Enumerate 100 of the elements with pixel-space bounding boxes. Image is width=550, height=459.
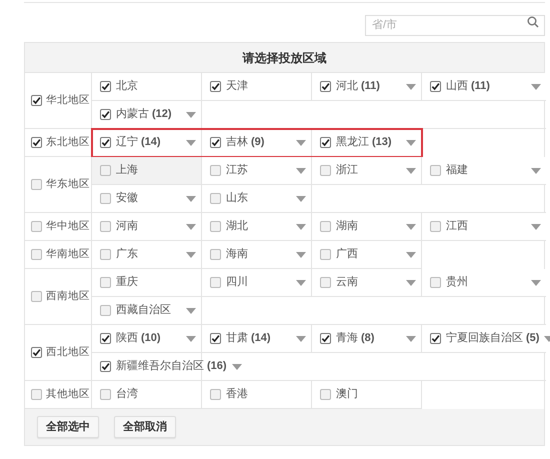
checkbox[interactable] [320,81,331,92]
caret-icon[interactable] [232,364,242,370]
caret-icon[interactable] [296,336,306,342]
caret-icon[interactable] [406,336,416,342]
checkbox[interactable] [210,249,221,260]
caret-icon[interactable] [296,252,306,258]
footer-button[interactable]: 全部取消 [114,416,176,438]
province-count: (9) [251,135,264,150]
checkbox[interactable] [31,137,42,148]
checkbox[interactable] [320,389,331,400]
checkbox[interactable] [210,193,221,204]
checkbox[interactable] [100,361,111,372]
province-count: (14) [251,331,271,346]
province-count: (13) [372,135,392,150]
checkbox[interactable] [210,221,221,232]
checkbox[interactable] [430,277,441,288]
caret-icon[interactable] [186,112,196,118]
checkbox[interactable] [320,333,331,344]
checkbox[interactable] [31,221,42,232]
checkbox[interactable] [430,165,441,176]
caret-icon[interactable] [296,224,306,230]
checkbox[interactable] [100,193,111,204]
checkbox[interactable] [320,137,331,148]
region-label: 华北地区 [46,92,90,108]
caret-icon[interactable] [531,280,541,286]
checkbox[interactable] [210,277,221,288]
region-label: 华南地区 [46,246,90,262]
province-label: 台湾 [116,386,138,402]
region-label: 东北地区 [46,134,90,150]
checkbox[interactable] [320,221,331,232]
province-label: 北京 [116,78,138,94]
checkbox[interactable] [100,249,111,260]
province-label: 江西 [446,219,468,234]
caret-icon[interactable] [296,196,306,202]
caret-icon[interactable] [531,224,541,230]
checkbox[interactable] [100,277,111,288]
province-count: (16) [207,359,227,374]
province-label: 天津 [226,79,248,94]
checkbox[interactable] [100,333,111,344]
caret-icon[interactable] [186,252,196,258]
checkbox[interactable] [31,179,42,190]
checkbox[interactable] [320,165,331,176]
search-icon[interactable] [527,16,539,28]
checkbox[interactable] [210,333,221,344]
province-label: 西藏自治区 [116,302,171,318]
caret-icon[interactable] [296,168,306,174]
checkbox[interactable] [430,81,441,92]
checkbox[interactable] [31,249,42,260]
caret-icon[interactable] [406,252,416,258]
checkbox[interactable] [430,333,441,344]
checkbox[interactable] [31,389,42,400]
province-label: 澳门 [336,386,358,402]
checkbox[interactable] [210,165,221,176]
caret-icon[interactable] [186,140,196,146]
caret-icon[interactable] [531,168,541,174]
checkbox[interactable] [100,165,111,176]
province-label: 陕西 [116,331,138,346]
province-label: 安徽 [116,190,138,206]
province-label: 山西 [446,79,468,94]
footer-button[interactable]: 全部选中 [37,416,99,438]
caret-icon[interactable] [406,168,416,174]
province-label: 海南 [226,247,248,262]
caret-icon[interactable] [531,84,541,90]
checkbox[interactable] [320,277,331,288]
province-label: 内蒙古 [116,106,149,122]
caret-icon[interactable] [406,140,416,146]
search-field[interactable]: 省/市 [365,14,545,36]
checkbox[interactable] [430,221,441,232]
checkbox[interactable] [100,109,111,120]
checkbox[interactable] [100,81,111,92]
province-label: 湖北 [226,219,248,234]
checkbox[interactable] [31,291,42,302]
caret-icon[interactable] [186,224,196,230]
province-label: 江苏 [226,163,248,178]
caret-icon[interactable] [406,224,416,230]
checkbox[interactable] [31,95,42,106]
checkbox[interactable] [100,305,111,316]
checkbox[interactable] [100,137,111,148]
region-label: 其他地区 [46,386,90,402]
province-label: 香港 [226,386,248,402]
checkbox[interactable] [210,389,221,400]
province-count: (11) [471,79,490,94]
checkbox[interactable] [210,81,221,92]
province-label: 重庆 [116,274,138,290]
caret-icon[interactable] [296,280,306,286]
caret-icon[interactable] [186,308,196,314]
checkbox[interactable] [100,221,111,232]
province-label: 广东 [116,246,138,262]
province-count: (5) [526,331,540,346]
checkbox[interactable] [100,389,111,400]
caret-icon[interactable] [186,196,196,202]
caret-icon[interactable] [406,84,416,90]
checkbox[interactable] [320,249,331,260]
checkbox[interactable] [31,347,42,358]
checkbox[interactable] [210,137,221,148]
caret-icon[interactable] [406,280,416,286]
region-label: 西南地区 [46,288,90,304]
province-label: 青海 [336,331,358,346]
caret-icon[interactable] [296,140,306,146]
caret-icon[interactable] [186,336,196,342]
